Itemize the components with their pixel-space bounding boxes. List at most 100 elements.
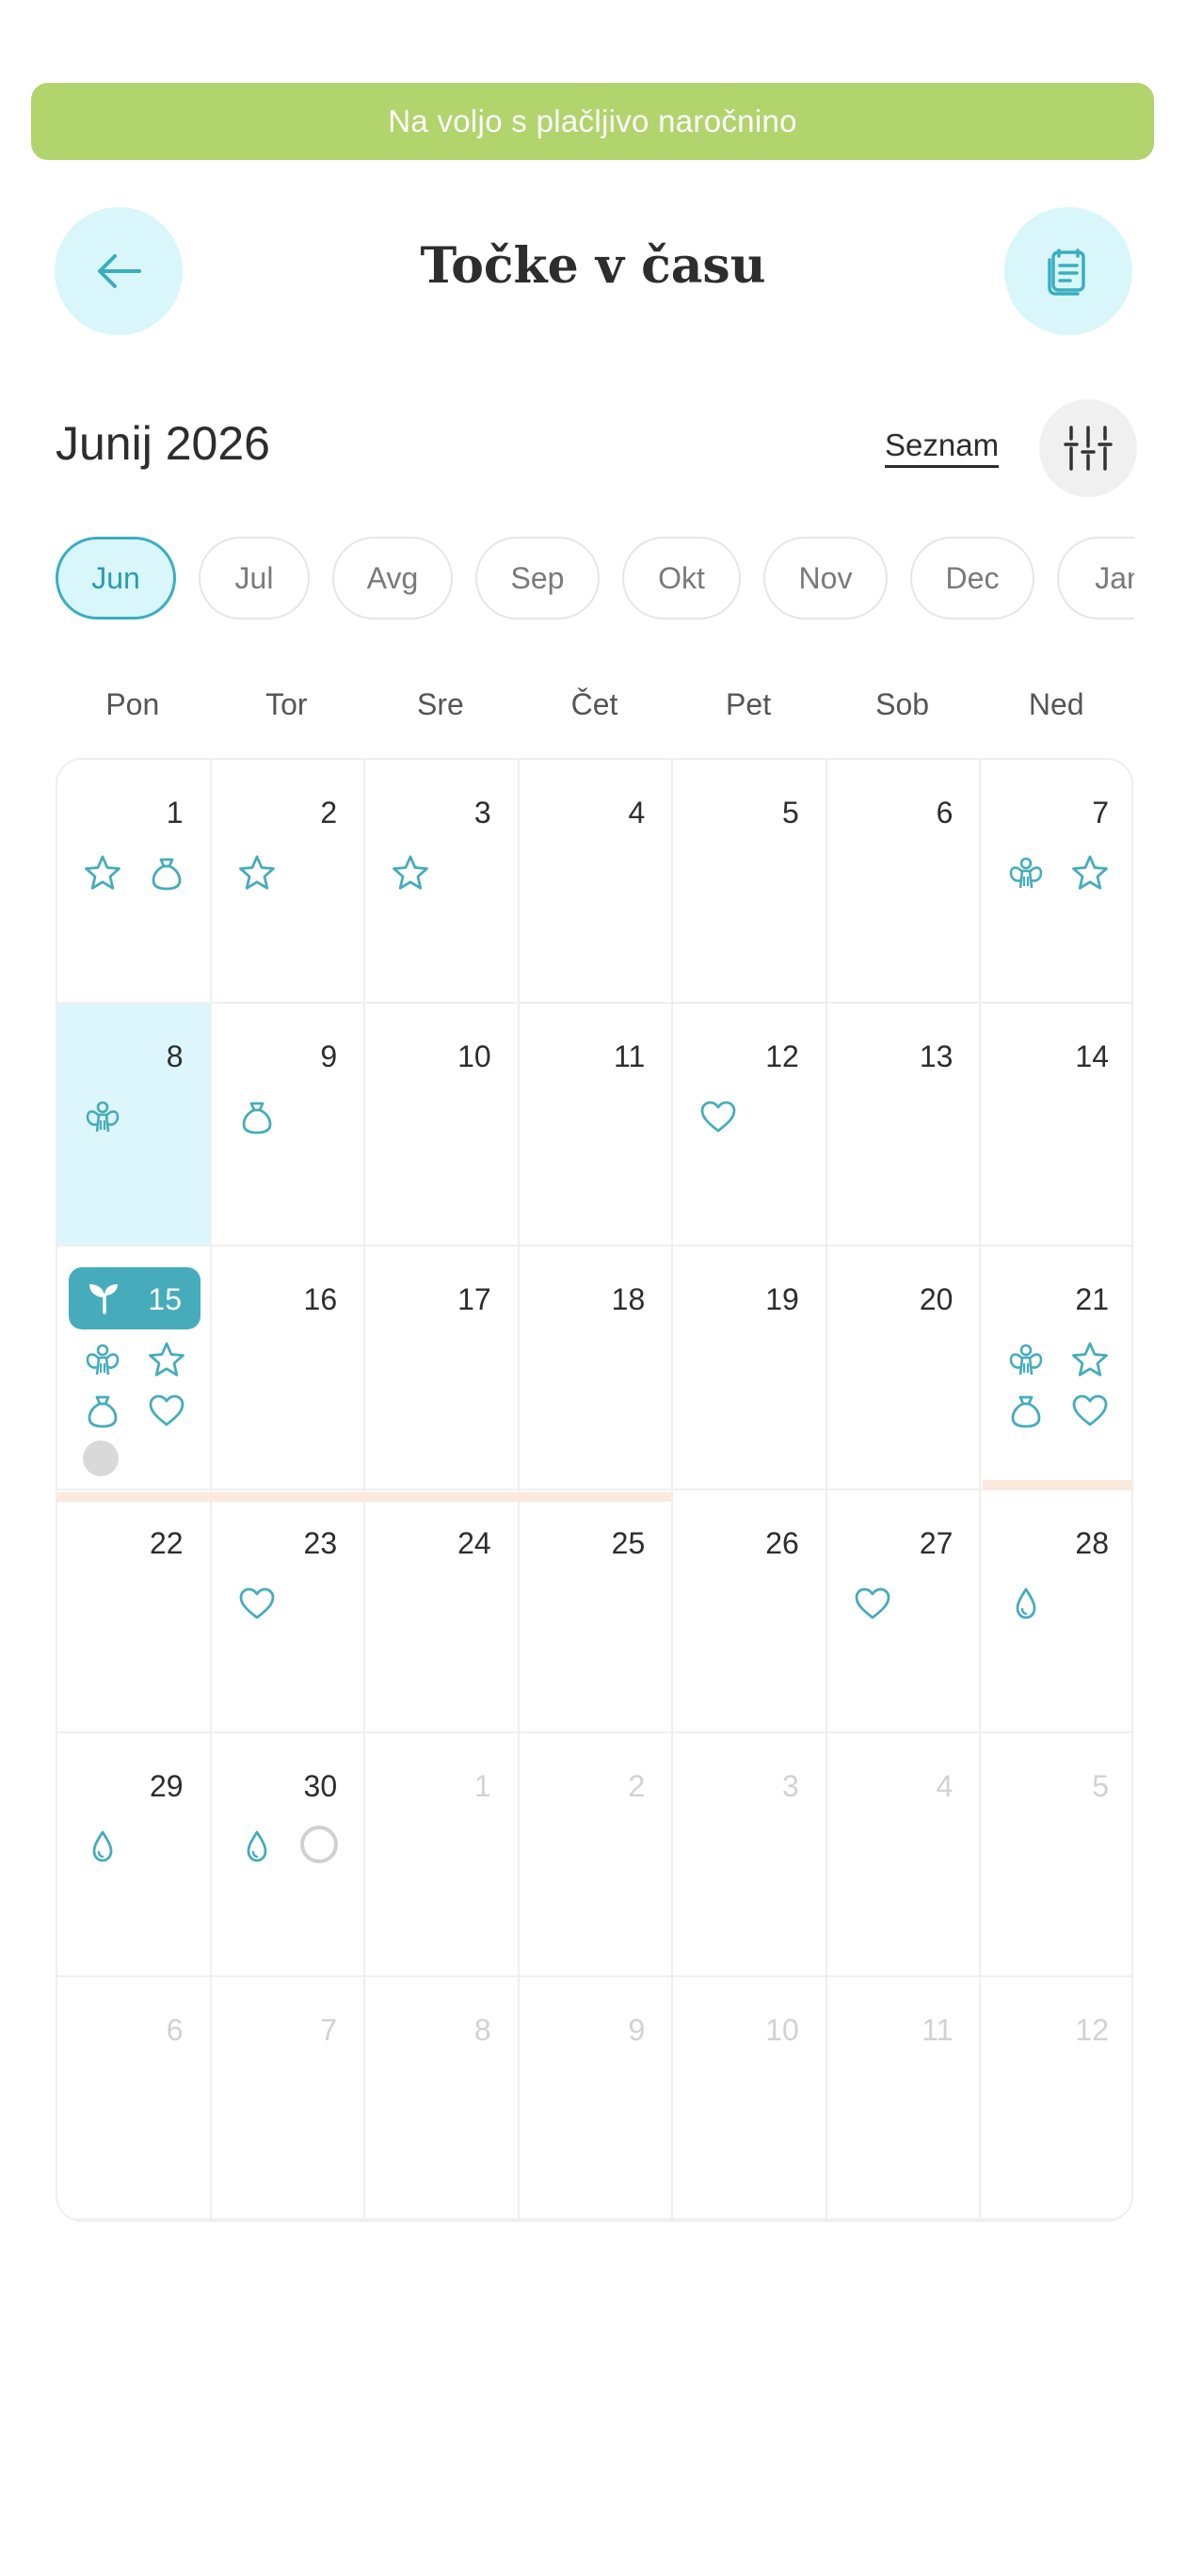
calendar-day[interactable]: 12 (673, 1003, 827, 1247)
day-number: 10 (765, 2012, 799, 2047)
day-number: 11 (614, 1038, 646, 1073)
month-chip-nov[interactable]: Nov (763, 537, 888, 620)
calendar-day[interactable]: 26 (673, 1489, 827, 1733)
day-number: 1 (473, 1769, 491, 1803)
calendar-day[interactable]: 6 (826, 760, 982, 1004)
drop-icon (1005, 1583, 1047, 1624)
day-number: 3 (473, 796, 491, 829)
day-number: 2 (628, 1769, 646, 1803)
calendar-day[interactable]: 17 (365, 1247, 520, 1490)
weekday-header: Pon Tor Sre Čet Pet Sob Ned (56, 687, 1134, 734)
month-chip-sep[interactable]: Sep (475, 537, 600, 620)
notes-button[interactable] (1004, 207, 1132, 335)
calendar-day[interactable]: 29 (57, 1733, 212, 1977)
day-number: 26 (765, 1525, 799, 1560)
day-number: 17 (457, 1282, 491, 1316)
calendar-day[interactable]: 1 (57, 760, 212, 1004)
day-number: 16 (303, 1282, 338, 1316)
calendar-day[interactable]: 4 (519, 760, 674, 1004)
angel-icon (1005, 1339, 1047, 1380)
calendar-day[interactable]: 8 (57, 1003, 212, 1247)
filter-button[interactable] (1039, 399, 1137, 497)
calendar-day: 4 (826, 1733, 982, 1977)
star-icon (146, 1339, 187, 1380)
month-chip-dec[interactable]: Dec (910, 537, 1034, 620)
calendar-day: 7 (211, 1976, 366, 2220)
day-number: 20 (919, 1282, 954, 1316)
calendar-day[interactable]: 10 (365, 1003, 520, 1247)
heart-icon (236, 1583, 278, 1624)
calendar-day[interactable]: 23 (211, 1489, 366, 1733)
calendar-day: 1 (365, 1733, 520, 1977)
month-chip-jan[interactable]: Jan (1057, 537, 1134, 620)
weekday-label: Ned (1028, 687, 1084, 721)
month-title: Junij 2026 (56, 417, 270, 470)
weekday-label: Čet (570, 687, 618, 721)
day-number: 7 (1092, 796, 1109, 829)
star-icon (236, 852, 278, 894)
empty-circle-icon (299, 1826, 338, 1863)
calendar-day[interactable]: 5 (673, 760, 827, 1004)
calendar-day[interactable]: 28 (981, 1490, 1131, 1733)
sprout-icon (89, 1284, 118, 1314)
day-number: 15 (148, 1282, 182, 1316)
calendar-day: 8 (365, 1976, 520, 2220)
calendar-day[interactable]: 30 (211, 1733, 366, 1977)
calendar-day[interactable]: 14 (981, 1004, 1131, 1247)
calendar-day[interactable]: 20 (826, 1247, 982, 1490)
calendar-day: 11 (826, 1976, 982, 2220)
calendar-day[interactable]: 25 (519, 1489, 674, 1733)
day-number: 22 (149, 1525, 184, 1560)
calendar-day[interactable]: 16 (211, 1247, 366, 1490)
bag-icon (1005, 1390, 1047, 1431)
calendar-day: 6 (57, 1976, 212, 2220)
calendar-day[interactable]: 3 (365, 760, 520, 1004)
calendar-day[interactable]: 19 (673, 1247, 827, 1490)
subscription-banner[interactable]: Na voljo s plačljivo naročnino (31, 83, 1154, 160)
day-number: 18 (611, 1282, 646, 1316)
day-number: 6 (936, 796, 954, 829)
heart-icon (697, 1096, 739, 1137)
day-number: 8 (473, 2012, 491, 2047)
calendar-day: 10 (673, 1976, 827, 2220)
day-number: 9 (628, 2012, 646, 2047)
gray-dot-icon (83, 1441, 119, 1476)
notes-icon (1048, 249, 1085, 296)
calendar-day: 2 (519, 1733, 674, 1977)
month-chip-jun[interactable]: Jun (56, 537, 176, 620)
calendar-day[interactable]: 13 (826, 1003, 982, 1247)
star-icon (390, 852, 431, 894)
star-icon (1069, 852, 1111, 894)
calendar-day[interactable]: 9 (211, 1003, 366, 1247)
month-chip-avg[interactable]: Avg (332, 537, 453, 620)
star-icon (1069, 1339, 1111, 1380)
calendar-day[interactable]: 22 (57, 1489, 212, 1733)
weekday-label: Tor (265, 687, 308, 721)
day-number: 23 (303, 1525, 338, 1560)
weekday-label: Sob (875, 687, 930, 721)
drop-icon (236, 1826, 278, 1867)
day-number: 9 (320, 1038, 338, 1073)
calendar-day[interactable]: 27 (826, 1489, 982, 1733)
calendar-day[interactable]: 18 (519, 1247, 674, 1490)
period-bar (57, 1491, 672, 1502)
calendar-day[interactable]: 11 (519, 1003, 674, 1247)
day-number: 19 (765, 1282, 799, 1316)
month-selector[interactable]: Jun Jul Avg Sep Okt Nov Dec Jan (56, 537, 1134, 623)
list-view-link[interactable]: Seznam (885, 427, 1000, 468)
day-number: 3 (782, 1769, 799, 1803)
calendar-day[interactable]: 15 (57, 1247, 212, 1490)
angel-icon (1005, 852, 1047, 894)
sliders-icon (1064, 426, 1113, 471)
calendar-day[interactable]: 24 (365, 1489, 520, 1733)
today-badge: 15 (69, 1267, 200, 1329)
day-number: 28 (1075, 1525, 1109, 1560)
day-number: 2 (320, 796, 338, 829)
calendar-day[interactable]: 7 (981, 760, 1131, 1004)
month-chip-okt[interactable]: Okt (622, 537, 741, 620)
calendar-day[interactable]: 2 (211, 760, 366, 1004)
day-number: 5 (782, 796, 799, 829)
month-chip-jul[interactable]: Jul (199, 537, 310, 620)
day-number: 25 (611, 1525, 646, 1560)
calendar-day[interactable]: 21 (981, 1247, 1131, 1490)
